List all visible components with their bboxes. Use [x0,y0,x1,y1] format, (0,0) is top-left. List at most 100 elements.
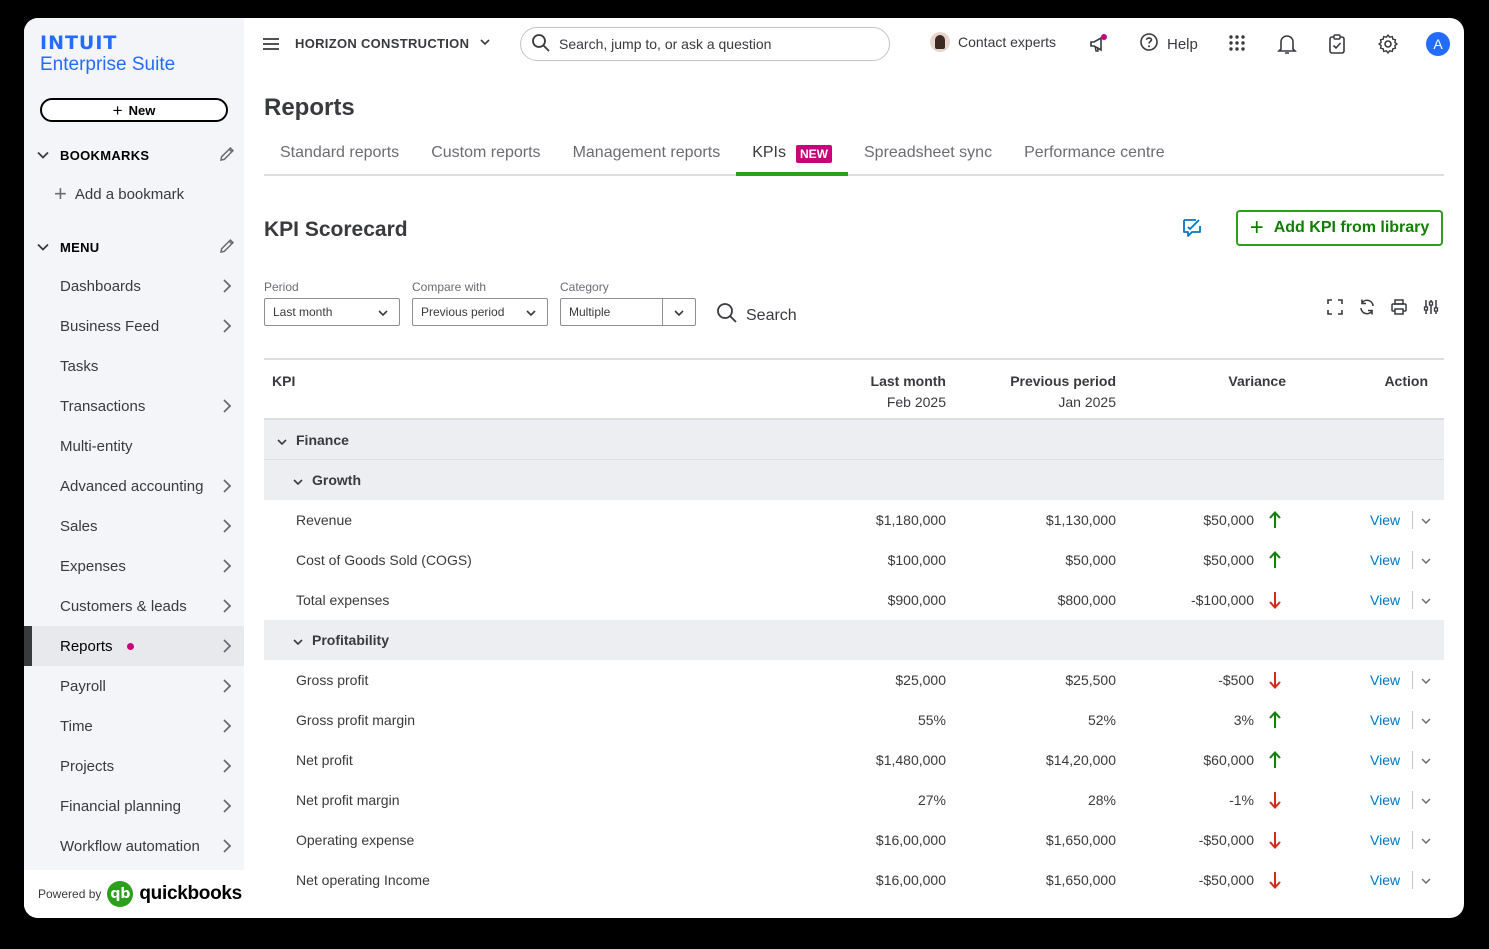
period-select[interactable]: Last month [264,298,400,326]
sidebar-item-label: Sales [60,517,98,535]
megaphone-icon[interactable] [1088,33,1110,60]
bookmarks-header[interactable]: BOOKMARKS [36,143,236,167]
search-icon [716,302,738,329]
subgroup-row-profitability[interactable]: Profitability [264,620,1444,660]
tab-custom-reports[interactable]: Custom reports [415,144,556,176]
sidebar-item-payroll[interactable]: Payroll [24,666,244,706]
chevron-down-icon [36,240,60,254]
subgroup-row-growth[interactable]: Growth [264,460,1444,500]
intuit-wordmark: INTUIT [40,32,118,54]
view-link[interactable]: View [1370,592,1400,608]
tab-performance-centre[interactable]: Performance centre [1008,144,1181,176]
previous-period-value: $1,650,000 [1045,872,1116,888]
chevron-down-icon[interactable] [1420,554,1432,570]
sidebar-item-reports[interactable]: Reports [24,626,244,666]
last-month-value: 55% [917,712,946,728]
add-kpi-from-library-button[interactable]: + Add KPI from library [1236,210,1443,246]
sidebar-item-dashboards[interactable]: Dashboards [24,266,244,306]
chevron-down-icon[interactable] [1420,754,1432,770]
variance-value: $60,000 [1203,752,1254,768]
tab-kpis[interactable]: KPIs NEW [736,144,848,176]
sidebar-item-tasks[interactable]: Tasks [24,346,244,386]
sidebar-item-sales[interactable]: Sales [24,506,244,546]
gear-icon[interactable] [1377,33,1399,60]
chevron-down-icon[interactable] [1420,674,1432,690]
sidebar-item-business-feed[interactable]: Business Feed [24,306,244,346]
view-link[interactable]: View [1370,872,1400,888]
sidebar-item-label: Transactions [60,397,146,415]
subgroup-label: Profitability [312,632,390,648]
chevron-down-icon[interactable] [1420,874,1432,890]
apps-grid-icon[interactable] [1227,33,1247,58]
view-link[interactable]: View [1370,672,1400,688]
compare-select[interactable]: Previous period [412,298,548,326]
contact-experts-label: Contact experts [958,34,1057,50]
sidebar-item-multi-entity[interactable]: Multi-entity [24,426,244,466]
quickbooks-wordmark: quickbooks [139,883,242,904]
edit-menu-icon[interactable] [218,237,236,258]
clipboard-check-icon[interactable] [1327,33,1347,60]
chevron-down-icon[interactable] [1420,794,1432,810]
previous-period-value: $1,650,000 [1045,832,1116,848]
settings-sliders-icon[interactable] [1422,298,1440,321]
kpi-search[interactable]: Search [716,302,797,329]
kpi-name: Revenue [296,512,353,528]
print-icon[interactable] [1390,298,1408,321]
previous-period-value: $25,500 [1065,672,1116,688]
table-body: Finance Growth Revenue $1,180,000 $1,130,000… [264,420,1444,900]
view-link[interactable]: View [1370,752,1400,768]
refresh-icon[interactable] [1358,298,1376,321]
sidebar-item-projects[interactable]: Projects [24,746,244,786]
brand-logo[interactable]: INTUIT Enterprise Suite [40,32,175,76]
bell-icon[interactable] [1277,33,1297,60]
contact-experts-button[interactable]: Contact experts [930,32,1056,52]
sidebar-item-workflow-automation[interactable]: Workflow automation [24,826,244,866]
help-label: Help [1167,35,1198,53]
help-icon [1139,32,1159,56]
chevron-down-icon[interactable] [1420,594,1432,610]
new-button[interactable]: + New [40,98,228,122]
view-link[interactable]: View [1370,712,1400,728]
global-search-input[interactable]: Search, jump to, or ask a question [520,27,890,61]
tab-spreadsheet-sync[interactable]: Spreadsheet sync [848,144,1008,176]
category-select[interactable]: Multiple [560,298,696,326]
sidebar-item-expenses[interactable]: Expenses [24,546,244,586]
sidebar-item-financial-planning[interactable]: Financial planning [24,786,244,826]
variance-value: -1% [1229,792,1254,808]
menu-header[interactable]: MENU [36,235,236,259]
sidebar-item-transactions[interactable]: Transactions [24,386,244,426]
view-link[interactable]: View [1370,792,1400,808]
edit-bookmarks-icon[interactable] [218,145,236,166]
tab-standard-reports[interactable]: Standard reports [264,144,415,176]
group-row-finance[interactable]: Finance [264,420,1444,460]
quickbooks-logo-icon: qb [107,881,134,907]
last-month-value: $100,000 [887,552,946,568]
view-link[interactable]: View [1370,832,1400,848]
sidebar-item-customers-leads[interactable]: Customers & leads [24,586,244,626]
company-switcher[interactable]: HORIZON CONSTRUCTION [295,36,491,51]
action-divider [1412,791,1413,809]
chevron-right-icon [220,398,234,418]
column-header-last-month: Last month Feb 2025 [871,371,946,413]
user-avatar[interactable]: A [1426,32,1450,56]
arrow-down-icon [1268,830,1282,853]
feedback-icon[interactable] [1180,216,1204,245]
view-link[interactable]: View [1370,512,1400,528]
view-link[interactable]: View [1370,552,1400,568]
sidebar-item-label: Projects [60,757,115,775]
chevron-down-icon[interactable] [1420,714,1432,730]
chevron-right-icon [220,718,234,738]
sidebar-item-advanced-accounting[interactable]: Advanced accounting [24,466,244,506]
sidebar-item-label: Payroll [60,677,106,695]
tab-management-reports[interactable]: Management reports [557,144,737,176]
expand-icon[interactable] [1326,298,1344,321]
sidebar-item-time[interactable]: Time [24,706,244,746]
chevron-down-icon[interactable] [1420,514,1432,530]
previous-period-sublabel: Jan 2025 [1058,394,1116,410]
add-bookmark-link[interactable]: + Add a bookmark [54,183,184,205]
search-icon [531,33,551,56]
help-button[interactable]: Help [1139,32,1198,56]
hamburger-menu-icon[interactable] [262,37,280,56]
chevron-down-icon[interactable] [1420,834,1432,850]
chevron-down-icon [673,307,685,322]
